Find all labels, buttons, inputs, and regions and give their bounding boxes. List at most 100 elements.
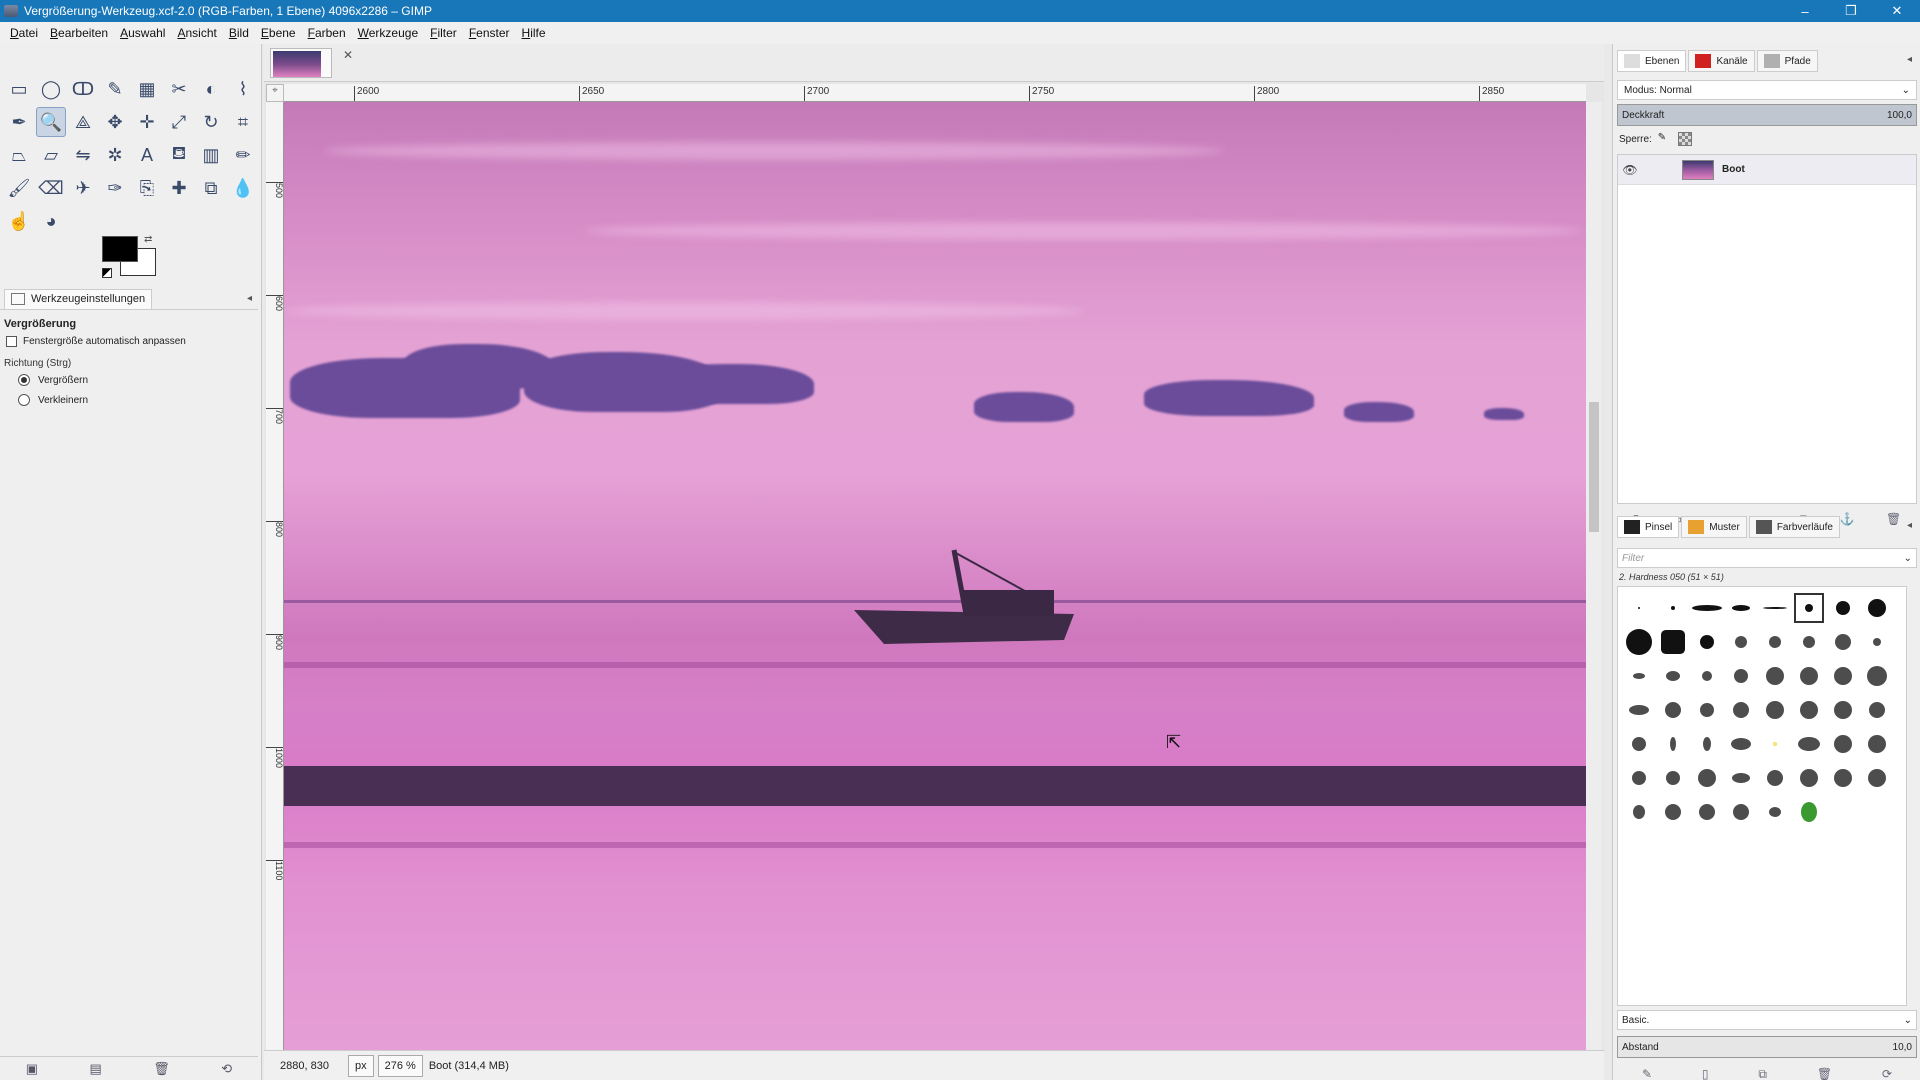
menu-werkzeuge[interactable]: Werkzeuge bbox=[352, 26, 424, 40]
brush-swatch[interactable] bbox=[1860, 761, 1894, 795]
measure-icon[interactable]: ⟁ bbox=[68, 107, 98, 137]
pencil-icon[interactable]: ✏ bbox=[228, 140, 258, 170]
brush-swatch[interactable] bbox=[1860, 625, 1894, 659]
brush-swatch[interactable] bbox=[1860, 727, 1894, 761]
zoom-out-radio[interactable] bbox=[18, 394, 30, 406]
brush-swatch[interactable] bbox=[1656, 761, 1690, 795]
brush-swatch[interactable] bbox=[1656, 727, 1690, 761]
image-canvas[interactable]: ⇱ bbox=[284, 102, 1586, 1074]
gradient-icon[interactable]: ▥ bbox=[196, 140, 226, 170]
duplicate-brush-icon[interactable]: ⧉ bbox=[1758, 1067, 1767, 1080]
scissors-select-icon[interactable]: ✂ bbox=[164, 74, 194, 104]
brush-swatch[interactable] bbox=[1826, 625, 1860, 659]
zoom-in-radio[interactable] bbox=[18, 374, 30, 386]
perspective-clone-icon[interactable]: ⧉ bbox=[196, 173, 226, 203]
align-icon[interactable]: ✛ bbox=[132, 107, 162, 137]
color-select-icon[interactable]: ▦ bbox=[132, 74, 162, 104]
tab-gradients[interactable]: Farbverläufe bbox=[1748, 516, 1840, 538]
brush-swatch[interactable] bbox=[1792, 659, 1826, 693]
brush-grid[interactable] bbox=[1617, 586, 1907, 1006]
brush-swatch[interactable] bbox=[1690, 659, 1724, 693]
menu-datei[interactable]: Datei bbox=[4, 26, 44, 40]
tab-tool-options[interactable]: Werkzeugeinstellungen bbox=[4, 288, 153, 309]
brush-swatch[interactable] bbox=[1758, 591, 1792, 625]
tab-paths[interactable]: Pfade bbox=[1756, 50, 1818, 72]
brush-swatch[interactable] bbox=[1826, 659, 1860, 693]
brush-swatch[interactable] bbox=[1690, 591, 1724, 625]
menu-ebene[interactable]: Ebene bbox=[255, 26, 302, 40]
opacity-slider[interactable]: Deckkraft 100,0 bbox=[1617, 104, 1917, 126]
image-tab[interactable] bbox=[270, 48, 332, 78]
smudge-icon[interactable]: ☝ bbox=[4, 206, 34, 236]
eraser-icon[interactable]: ⌫ bbox=[36, 173, 66, 203]
brush-swatch[interactable] bbox=[1758, 795, 1792, 829]
ellipse-select-icon[interactable]: ◯ bbox=[36, 74, 66, 104]
ink-icon[interactable]: ✑ bbox=[100, 173, 130, 203]
brush-swatch[interactable] bbox=[1792, 693, 1826, 727]
brush-swatch[interactable] bbox=[1690, 693, 1724, 727]
menu-fenster[interactable]: Fenster bbox=[463, 26, 516, 40]
delete-layer-icon[interactable]: 🗑 bbox=[1886, 512, 1901, 526]
menu-bearbeiten[interactable]: Bearbeiten bbox=[44, 26, 114, 40]
bucket-fill-icon[interactable]: ⛾ bbox=[164, 140, 194, 170]
edit-brush-icon[interactable]: ✎ bbox=[1642, 1067, 1652, 1080]
brush-swatch[interactable] bbox=[1690, 625, 1724, 659]
new-brush-icon[interactable]: ▯ bbox=[1702, 1067, 1709, 1080]
menu-hilfe[interactable]: Hilfe bbox=[516, 26, 552, 40]
delete-brush-icon[interactable]: 🗑 bbox=[1817, 1067, 1832, 1080]
text-icon[interactable]: A bbox=[132, 140, 162, 170]
shear-icon[interactable]: ⏥ bbox=[36, 140, 66, 170]
vertical-scroll-thumb[interactable] bbox=[1589, 402, 1599, 532]
move-icon[interactable]: ✥ bbox=[100, 107, 130, 137]
paths-icon[interactable]: ⌇ bbox=[228, 74, 258, 104]
spacing-slider[interactable]: Abstand 10,0 bbox=[1617, 1036, 1917, 1058]
layer-name[interactable]: Boot bbox=[1722, 164, 1745, 175]
brush-swatch[interactable] bbox=[1826, 591, 1860, 625]
tab-channels[interactable]: Kanäle bbox=[1688, 50, 1755, 72]
brush-swatch[interactable] bbox=[1690, 727, 1724, 761]
brush-swatch[interactable] bbox=[1826, 727, 1860, 761]
dodge-burn-icon[interactable]: ◕ bbox=[36, 206, 66, 236]
foreground-select-icon[interactable]: ◐ bbox=[196, 74, 226, 104]
warp-icon[interactable]: ↻ bbox=[196, 107, 226, 137]
layer-row[interactable]: 👁 Boot bbox=[1618, 155, 1916, 185]
brush-swatch[interactable] bbox=[1724, 625, 1758, 659]
brush-swatch[interactable] bbox=[1656, 591, 1690, 625]
eye-icon[interactable]: 👁 bbox=[1618, 163, 1642, 177]
brush-swatch[interactable] bbox=[1724, 693, 1758, 727]
refresh-brushes-icon[interactable]: ⟳ bbox=[1882, 1067, 1892, 1080]
perspective-icon[interactable]: ⏢ bbox=[4, 140, 34, 170]
zoom-icon[interactable]: 🔍 bbox=[36, 107, 66, 137]
brush-swatch[interactable] bbox=[1724, 761, 1758, 795]
panel-menu-icon[interactable]: ◂ bbox=[247, 293, 252, 304]
brush-swatch[interactable] bbox=[1622, 625, 1656, 659]
brush-swatch[interactable] bbox=[1758, 693, 1792, 727]
brush-swatch[interactable] bbox=[1724, 659, 1758, 693]
zoom-select[interactable]: 276 % bbox=[377, 1054, 423, 1077]
brush-swatch[interactable] bbox=[1792, 761, 1826, 795]
brush-swatch[interactable] bbox=[1826, 761, 1860, 795]
mode-select[interactable]: Modus: Normal ⌄ bbox=[1617, 80, 1917, 100]
brush-swatch[interactable] bbox=[1758, 659, 1792, 693]
tab-layers[interactable]: Ebenen bbox=[1617, 50, 1687, 72]
heal-icon[interactable]: ✚ bbox=[164, 173, 194, 203]
menu-filter[interactable]: Filter bbox=[424, 26, 463, 40]
menu-farben[interactable]: Farben bbox=[302, 26, 352, 40]
fuzzy-select-icon[interactable]: ✎ bbox=[100, 74, 130, 104]
brush-swatch[interactable] bbox=[1792, 591, 1826, 625]
crop-icon[interactable]: ⌗ bbox=[228, 107, 258, 137]
brush-swatch[interactable] bbox=[1622, 727, 1656, 761]
zoom-out-row[interactable]: Verkleinern bbox=[6, 393, 252, 407]
transform-icon[interactable]: ⤢ bbox=[164, 107, 194, 137]
brush-swatch[interactable] bbox=[1758, 727, 1792, 761]
lock-alpha-icon[interactable] bbox=[1677, 132, 1692, 146]
brush-swatch[interactable] bbox=[1622, 659, 1656, 693]
close-button[interactable]: ✕ bbox=[1874, 0, 1920, 22]
delete-options-icon[interactable]: 🗑 bbox=[153, 1061, 170, 1077]
layers-panel-menu-icon[interactable]: ◂ bbox=[1907, 54, 1912, 65]
save-options-icon[interactable]: ▣ bbox=[26, 1061, 38, 1077]
foreground-color-swatch[interactable] bbox=[102, 236, 138, 262]
tab-patterns[interactable]: Muster bbox=[1681, 516, 1747, 538]
brush-filter-input[interactable]: Filter ⌄ bbox=[1617, 548, 1917, 568]
maximize-button[interactable]: ❐ bbox=[1828, 0, 1874, 22]
